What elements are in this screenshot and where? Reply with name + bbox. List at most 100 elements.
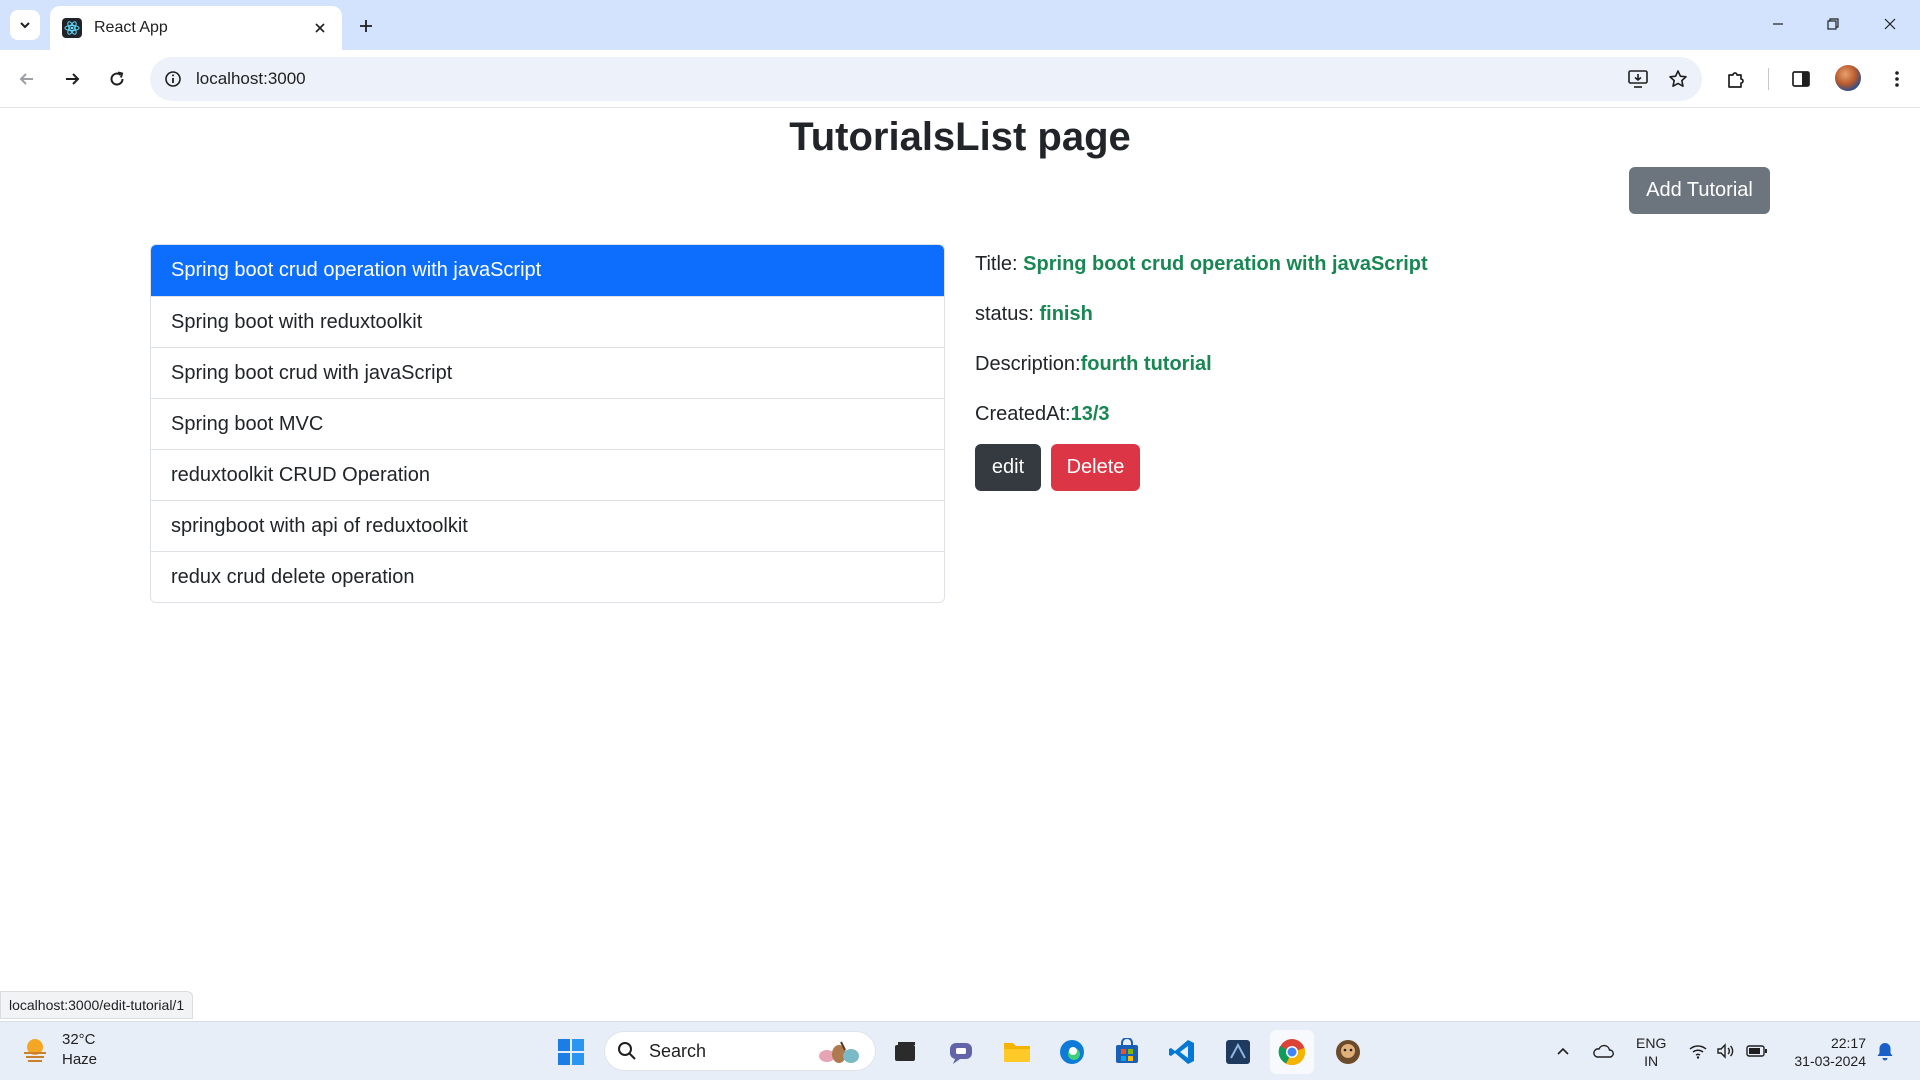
tutorial-list-item[interactable]: Spring boot with reduxtoolkit — [151, 296, 944, 347]
close-window-button[interactable] — [1872, 8, 1908, 40]
browser-tab[interactable]: React App — [50, 6, 342, 50]
description-value: fourth tutorial — [1080, 353, 1212, 375]
edit-button[interactable]: edit — [975, 444, 1041, 491]
browser-tabstrip: React App — [0, 0, 1920, 50]
minimize-icon — [1773, 23, 1783, 25]
store-icon — [1116, 1038, 1138, 1063]
weather-widget[interactable]: 32°C Haze — [20, 1030, 97, 1070]
battery-icon[interactable] — [1744, 1038, 1770, 1064]
page-content: TutorialsList page Add Tutorial Spring b… — [0, 109, 1920, 1021]
clock-time: 22:17 — [1830, 1035, 1866, 1051]
status-value: finish — [1039, 303, 1093, 325]
description-label: Description: — [975, 353, 1081, 375]
start-button[interactable] — [549, 1030, 593, 1074]
reload-icon — [110, 71, 124, 86]
new-tab-button[interactable] — [352, 12, 380, 40]
chrome-icon — [1278, 1039, 1306, 1066]
install-app-icon[interactable] — [1622, 63, 1654, 95]
file-explorer-button[interactable] — [995, 1030, 1039, 1074]
notifications-bell-icon[interactable] — [1874, 1038, 1896, 1064]
search-placeholder: Search — [649, 1040, 707, 1061]
extensions-puzzle-icon[interactable] — [1719, 62, 1753, 96]
title-label: Title: — [975, 253, 1018, 275]
clock-date: 31-03-2024 — [1794, 1053, 1866, 1069]
page-title: TutorialsList page — [789, 115, 1131, 159]
toolbar-divider — [1768, 68, 1769, 90]
status-label: status: — [975, 303, 1034, 325]
browser-toolbar: localhost:3000 — [0, 50, 1920, 108]
more-menu-icon[interactable] — [1880, 62, 1914, 96]
restore-button[interactable] — [1815, 8, 1851, 40]
system-clock[interactable]: 22:17 31-03-2024 — [1784, 1034, 1866, 1070]
taskbar: 32°C Haze Search ENG IN 22:17 31-03-2024 — [0, 1021, 1920, 1080]
tab-search-button[interactable] — [10, 10, 40, 40]
created-value: 13/3 — [1070, 403, 1110, 425]
back-button[interactable] — [10, 62, 44, 96]
profile-avatar[interactable] — [1835, 65, 1861, 91]
reload-button[interactable] — [100, 62, 134, 96]
task-view-button[interactable] — [883, 1030, 927, 1074]
close-icon — [1884, 18, 1896, 30]
created-label: CreatedAt: — [975, 403, 1071, 425]
delete-button[interactable]: Delete — [1051, 444, 1140, 491]
tutorial-list-item[interactable]: Spring boot crud with javaScript — [151, 347, 944, 398]
close-tab-icon[interactable] — [310, 18, 330, 38]
add-tutorial-button[interactable]: Add Tutorial — [1629, 167, 1770, 214]
minimize-button[interactable] — [1760, 8, 1796, 40]
taskbar-search[interactable]: Search — [604, 1031, 876, 1071]
microsoft-store-button[interactable] — [1105, 1030, 1149, 1074]
tutorial-details: Title: Spring boot crud operation with j… — [975, 249, 1675, 449]
edge-browser-button[interactable] — [1050, 1030, 1094, 1074]
side-panel-icon[interactable] — [1784, 62, 1818, 96]
vscode-icon — [1169, 1040, 1194, 1064]
tutorial-list: Spring boot crud operation with javaScri… — [150, 244, 945, 603]
teams-chat-button[interactable] — [939, 1030, 983, 1074]
forward-button[interactable] — [55, 62, 89, 96]
volume-icon[interactable] — [1714, 1038, 1738, 1064]
detail-description: Description:fourth tutorial — [975, 349, 1675, 399]
status-bar-link: localhost:3000/edit-tutorial/1 — [0, 991, 194, 1019]
site-info-icon[interactable] — [162, 68, 184, 90]
edge-icon — [1060, 1040, 1084, 1064]
search-icon — [618, 1042, 636, 1060]
chevron-down-icon — [20, 22, 30, 29]
windows-logo-icon — [558, 1039, 584, 1065]
tab-title: React App — [94, 19, 168, 36]
temperature: 32°C — [62, 1031, 96, 1048]
tutorial-list-item[interactable]: redux crud delete operation — [151, 551, 944, 602]
tutorial-list-item[interactable]: Spring boot MVC — [151, 398, 944, 449]
detail-actions: edit Delete — [975, 444, 1140, 491]
tutorial-list-item[interactable]: Spring boot crud operation with javaScri… — [151, 245, 944, 296]
wifi-icon[interactable] — [1686, 1038, 1710, 1064]
eclipse-sts-icon — [1226, 1040, 1250, 1064]
workspace-app-button[interactable] — [1216, 1030, 1260, 1074]
detail-status: status: finish — [975, 299, 1675, 349]
region-code: IN — [1644, 1053, 1659, 1069]
tutorial-list-item[interactable]: reduxtoolkit CRUD Operation — [151, 449, 944, 500]
chrome-button[interactable] — [1270, 1030, 1314, 1074]
url-text[interactable]: localhost:3000 — [196, 69, 1622, 89]
detail-created-at: CreatedAt:13/3 — [975, 399, 1675, 449]
show-hidden-icons-button[interactable] — [1552, 1038, 1574, 1064]
bookmark-star-icon[interactable] — [1662, 63, 1694, 95]
weather-condition: Haze — [62, 1051, 98, 1068]
onedrive-icon[interactable] — [1590, 1038, 1616, 1064]
vscode-button[interactable] — [1160, 1030, 1204, 1074]
title-value: Spring boot crud operation with javaScri… — [1023, 253, 1428, 275]
arrow-right-icon — [66, 73, 80, 85]
task-view-icon — [895, 1042, 915, 1061]
language-code: ENG — [1636, 1035, 1667, 1051]
folder-icon — [1004, 1043, 1030, 1062]
language-indicator[interactable]: ENG IN — [1636, 1034, 1666, 1070]
react-logo-icon — [62, 18, 82, 38]
arrow-left-icon — [19, 73, 33, 85]
detail-title: Title: Spring boot crud operation with j… — [975, 249, 1675, 299]
haze-sun-icon — [24, 1039, 46, 1062]
tutorial-list-item[interactable]: springboot with api of reduxtoolkit — [151, 500, 944, 551]
chat-icon — [950, 1043, 972, 1064]
game-app-button[interactable] — [1326, 1030, 1370, 1074]
plus-icon — [360, 20, 372, 32]
address-bar[interactable]: localhost:3000 — [150, 57, 1702, 101]
restore-icon — [1827, 18, 1839, 30]
character-app-icon — [1336, 1040, 1360, 1064]
